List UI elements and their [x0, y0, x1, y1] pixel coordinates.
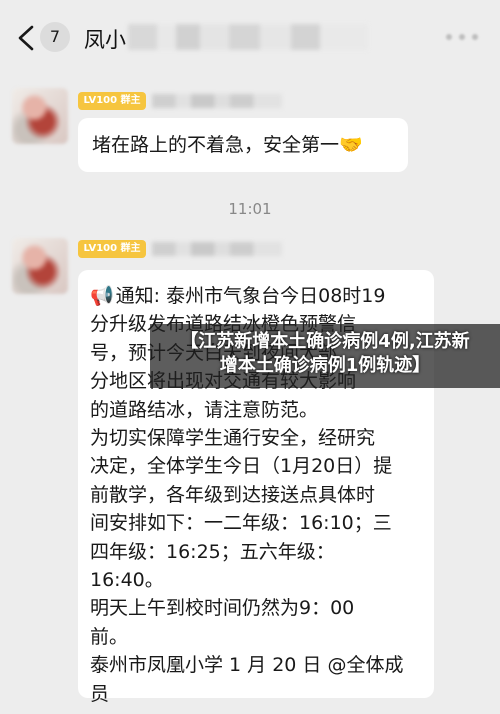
chat-title: 凤小 — [84, 28, 126, 52]
handshake-icon: 🤝 — [339, 134, 363, 156]
message-line: 16:40。 — [90, 569, 164, 592]
message-line: 前。 — [90, 625, 129, 648]
megaphone-icon: 📢 — [90, 285, 114, 307]
blurred-sender-name — [152, 94, 282, 108]
more-dots-icon[interactable] — [442, 22, 482, 52]
message-line: 📢 通知: 泰州市气象台今日08时19 — [90, 282, 424, 310]
level-badge: LV100 群主 — [78, 92, 146, 110]
message-line: 为切实保障学生通行安全，经研究 — [90, 427, 376, 450]
blurred-sender-name — [152, 242, 282, 256]
avatar[interactable] — [12, 88, 68, 144]
chevron-left-icon[interactable] — [14, 24, 40, 52]
level-badge: LV100 群主 — [78, 240, 146, 258]
message-line: 的道路结冰，请注意防范。 — [90, 398, 319, 421]
unread-count-badge[interactable]: 7 — [40, 22, 70, 52]
message-line: 决定，全体学生今日（1月20日）提 — [90, 455, 393, 478]
message-line: 四年级：16:25；五六年级： — [90, 540, 335, 563]
message-text: 堵在路上的不着急，安全第一 — [92, 134, 340, 156]
message-line: 间安排如下：一二年级：16:10；三 — [90, 512, 392, 535]
avatar[interactable] — [12, 238, 68, 294]
message-bubble[interactable]: 堵在路上的不着急，安全第一🤝 — [78, 118, 408, 172]
message-line: 前散学，各年级到达接送点具体时 — [90, 483, 376, 506]
chat-header: 7 凤小 — [0, 0, 500, 76]
message-line: 员 — [90, 682, 110, 705]
caption-overlay-text: 【江苏新增本土确诊病例4例,江苏新 增本土确诊病例1例轨迹】 — [180, 331, 470, 376]
message-timestamp: 11:01 — [228, 200, 272, 218]
blurred-title-region — [128, 24, 368, 50]
message-line: 泰州市凤凰小学 1 月 20 日 @全体成 — [90, 654, 404, 677]
message-line: 明天上午到校时间仍然为9：00 — [90, 597, 355, 620]
